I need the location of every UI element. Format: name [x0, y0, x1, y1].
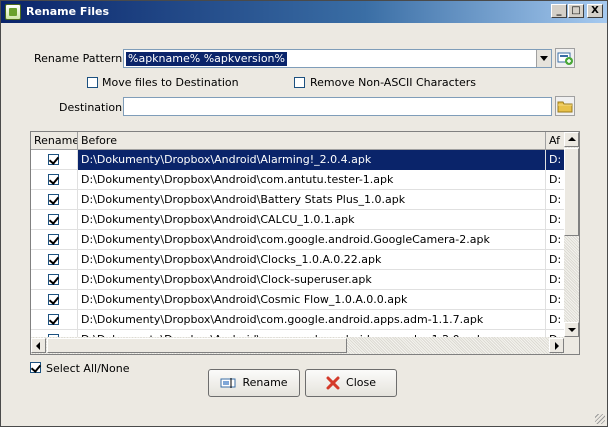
scroll-right-arrow-icon[interactable] [549, 338, 564, 353]
grid-header: Rename Before Af [31, 132, 579, 150]
close-button[interactable]: Close [305, 369, 397, 397]
after-cell: D: [549, 273, 562, 286]
column-header-rename[interactable]: Rename [31, 132, 78, 150]
move-files-checkbox[interactable] [87, 77, 98, 88]
scroll-left-arrow-icon[interactable] [31, 338, 46, 353]
before-cell: D:\Dokumenty\Dropbox\Android\Alarming!_2… [78, 150, 546, 170]
rename-files-window: Rename Files _ □ X Rename Pattern: %apkn… [0, 0, 608, 427]
row-rename-checkbox[interactable] [48, 194, 59, 205]
before-cell: D:\Dokumenty\Dropbox\Android\Battery Sta… [78, 190, 546, 210]
scrollbar-corner [564, 337, 579, 354]
rename-pattern-label: Rename Pattern: [34, 52, 126, 65]
remove-non-ascii-label[interactable]: Remove Non-ASCII Characters [310, 76, 476, 89]
remove-non-ascii-checkbox[interactable] [294, 77, 305, 88]
after-cell: D: [549, 253, 562, 266]
table-row[interactable]: D:\Dokumenty\Dropbox\Android\Clock-super… [31, 270, 564, 290]
column-header-before[interactable]: Before [78, 132, 546, 150]
horizontal-scrollbar[interactable] [31, 337, 564, 354]
folder-icon [557, 101, 573, 113]
minimize-button[interactable]: _ [551, 4, 567, 18]
table-row[interactable]: D:\Dokumenty\Dropbox\Android\com.google.… [31, 230, 564, 250]
select-all-label[interactable]: Select All/None [46, 362, 129, 375]
table-row[interactable]: D:\Dokumenty\Dropbox\Android\com.antutu.… [31, 170, 564, 190]
select-all-checkbox[interactable] [30, 362, 41, 373]
before-cell: D:\Dokumenty\Dropbox\Android\Cosmic Flow… [78, 290, 546, 310]
chevron-down-icon[interactable] [536, 50, 551, 67]
destination-label: Destination: [59, 101, 126, 114]
rename-button-label: Rename [242, 376, 288, 389]
column-header-after[interactable]: Af [546, 132, 564, 150]
before-cell: D:\Dokumenty\Dropbox\Android\com.google.… [78, 310, 546, 330]
table-row[interactable]: D:\Dokumenty\Dropbox\Android\Clocks_1.0.… [31, 250, 564, 270]
rename-pattern-value: %apkname% %apkversion% [126, 52, 287, 66]
after-cell: D: [549, 293, 562, 306]
row-rename-checkbox[interactable] [48, 174, 59, 185]
row-rename-checkbox[interactable] [48, 254, 59, 265]
row-rename-checkbox[interactable] [48, 234, 59, 245]
close-button-label: Close [346, 376, 376, 389]
title-bar[interactable]: Rename Files _ □ X [1, 1, 607, 23]
rename-button[interactable]: Rename [208, 369, 300, 397]
row-rename-checkbox[interactable] [48, 214, 59, 225]
resize-grip[interactable] [595, 414, 605, 424]
after-cell: D: [549, 213, 562, 226]
row-rename-checkbox[interactable] [48, 314, 59, 325]
vertical-scrollbar[interactable] [564, 132, 579, 337]
table-row[interactable]: D:\Dokumenty\Dropbox\Android\Cosmic Flow… [31, 290, 564, 310]
before-cell: D:\Dokumenty\Dropbox\Android\com.antutu.… [78, 170, 546, 190]
table-row[interactable]: D:\Dokumenty\Dropbox\Android\Battery Sta… [31, 190, 564, 210]
after-cell: D: [549, 173, 562, 186]
row-rename-checkbox[interactable] [48, 294, 59, 305]
move-files-label[interactable]: Move files to Destination [102, 76, 239, 89]
close-x-icon [326, 376, 340, 390]
rename-icon [220, 378, 236, 388]
horizontal-scroll-thumb[interactable] [47, 338, 347, 353]
window-title: Rename Files [26, 5, 109, 18]
destination-input[interactable] [123, 97, 552, 116]
vertical-scroll-thumb[interactable] [564, 148, 579, 236]
close-window-button[interactable]: X [587, 4, 603, 18]
after-cell: D: [546, 150, 564, 170]
before-cell: D:\Dokumenty\Dropbox\Android\Clocks_1.0.… [78, 250, 546, 270]
pattern-edit-icon [557, 52, 573, 65]
scroll-up-arrow-icon[interactable] [564, 132, 579, 147]
scroll-down-arrow-icon[interactable] [564, 322, 579, 337]
row-rename-checkbox[interactable] [48, 274, 59, 285]
maximize-button[interactable]: □ [568, 4, 584, 18]
app-icon [5, 4, 21, 20]
table-row[interactable]: D:\Dokumenty\Dropbox\Android\com.google.… [31, 310, 564, 330]
after-cell: D: [549, 313, 562, 326]
before-cell: D:\Dokumenty\Dropbox\Android\com.google.… [78, 230, 546, 250]
table-row[interactable]: D:\Dokumenty\Dropbox\Android\CALCU_1.0.1… [31, 210, 564, 230]
after-cell: D: [549, 193, 562, 206]
files-grid: Rename Before Af D:\Dokumenty\Dropbox\An… [30, 131, 580, 355]
after-cell: D: [549, 233, 562, 246]
before-cell: D:\Dokumenty\Dropbox\Android\CALCU_1.0.1… [78, 210, 546, 230]
pattern-editor-button[interactable] [555, 48, 575, 68]
rename-pattern-combobox[interactable]: %apkname% %apkversion% [123, 49, 552, 68]
table-row[interactable]: D:\Dokumenty\Dropbox\Android\Alarming!_2… [31, 150, 564, 170]
browse-folder-button[interactable] [555, 96, 575, 116]
row-rename-checkbox[interactable] [48, 154, 59, 165]
before-cell: D:\Dokumenty\Dropbox\Android\Clock-super… [78, 270, 546, 290]
